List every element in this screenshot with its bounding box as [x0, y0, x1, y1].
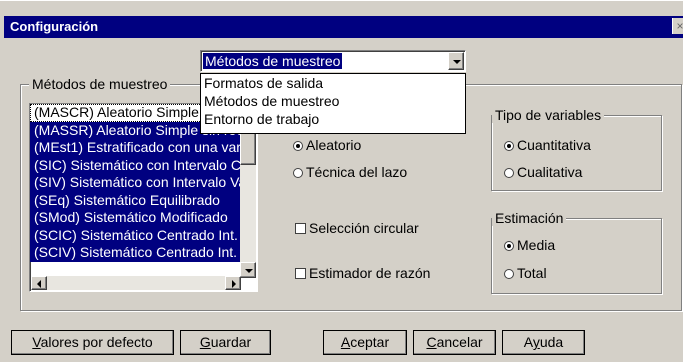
radio-label: Técnica del lazo: [306, 164, 408, 180]
radio-label: Cuantitativa: [517, 137, 591, 153]
section-select[interactable]: Métodos de muestreo: [200, 50, 466, 72]
radio-aleatorio[interactable]: Aleatorio: [293, 137, 361, 153]
scroll-left-icon[interactable]: [31, 276, 47, 290]
method-item[interactable]: (SCIV) Sistemático Centrado Int. Variabl…: [30, 244, 246, 262]
radio-label: Aleatorio: [306, 137, 362, 153]
radio-label: Media: [517, 237, 556, 253]
method-item[interactable]: (SIV) Sistemático con Intervalo Variable: [30, 174, 246, 192]
radio-selected-icon: [293, 141, 303, 151]
radio-total[interactable]: Total: [504, 265, 547, 281]
checkbox-icon: [295, 223, 306, 234]
defaults-button[interactable]: Valores por defecto: [11, 330, 174, 355]
dropdown-option[interactable]: Entorno de trabajo: [201, 110, 465, 128]
radio-label: Cualitativa: [517, 164, 583, 180]
method-item[interactable]: (SIC) Sistemático con Intervalo Constant…: [30, 156, 246, 174]
close-icon[interactable]: ×: [672, 18, 683, 34]
chevron-down-icon[interactable]: [448, 52, 464, 70]
dropdown-option[interactable]: Formatos de salida: [201, 74, 465, 92]
radio-tecnica-lazo[interactable]: Técnica del lazo: [293, 164, 407, 180]
configuration-dialog: Configuración × Métodos de muestreo (MAS…: [0, 0, 683, 362]
scroll-down-icon[interactable]: [240, 262, 256, 278]
radio-media[interactable]: Media: [504, 237, 555, 253]
checkbox-label: Estimador de razón: [309, 265, 431, 281]
save-button[interactable]: Guardar: [180, 330, 271, 355]
horizontal-scrollbar[interactable]: [31, 276, 241, 290]
cancel-button[interactable]: Cancelar: [413, 330, 496, 355]
accept-button[interactable]: Aceptar: [323, 330, 407, 355]
dropdown-option[interactable]: Métodos de muestreo: [201, 92, 465, 110]
window-title: Configuración: [10, 19, 99, 34]
estimation-legend: Estimación: [492, 210, 567, 226]
help-button[interactable]: Ayuda: [502, 330, 585, 355]
method-item[interactable]: (SCIC) Sistemático Centrado Int. Constan…: [30, 226, 246, 244]
methods-group-legend: Métodos de muestreo: [29, 76, 171, 92]
radio-label: Total: [517, 265, 547, 281]
estimation-group: Estimación: [491, 210, 662, 294]
radio-cuantitativa[interactable]: Cuantitativa: [504, 137, 591, 153]
radio-cualitativa[interactable]: Cualitativa: [504, 164, 582, 180]
title-bar: Configuración ×: [4, 16, 683, 38]
checkbox-estimador-razon[interactable]: Estimador de razón: [295, 265, 430, 281]
radio-selected-icon: [504, 141, 514, 151]
section-dropdown[interactable]: Formatos de salida Métodos de muestreo E…: [200, 73, 466, 134]
radio-empty-icon: [504, 269, 514, 279]
radio-selected-icon: [504, 241, 514, 251]
radio-empty-icon: [504, 168, 514, 178]
scroll-right-icon[interactable]: [225, 276, 241, 290]
method-item[interactable]: (MEst1) Estratificado con una variable: [30, 139, 246, 157]
checkbox-seleccion-circular[interactable]: Selección circular: [295, 220, 419, 236]
section-select-value: Métodos de muestreo: [203, 53, 343, 69]
method-item[interactable]: (SEq) Sistemático Equilibrado: [30, 191, 246, 209]
variable-type-legend: Tipo de variables: [492, 107, 605, 123]
radio-empty-icon: [293, 168, 303, 178]
checkbox-label: Selección circular: [309, 220, 419, 236]
method-item[interactable]: (SMod) Sistemático Modificado: [30, 209, 246, 227]
checkbox-icon: [295, 268, 306, 279]
